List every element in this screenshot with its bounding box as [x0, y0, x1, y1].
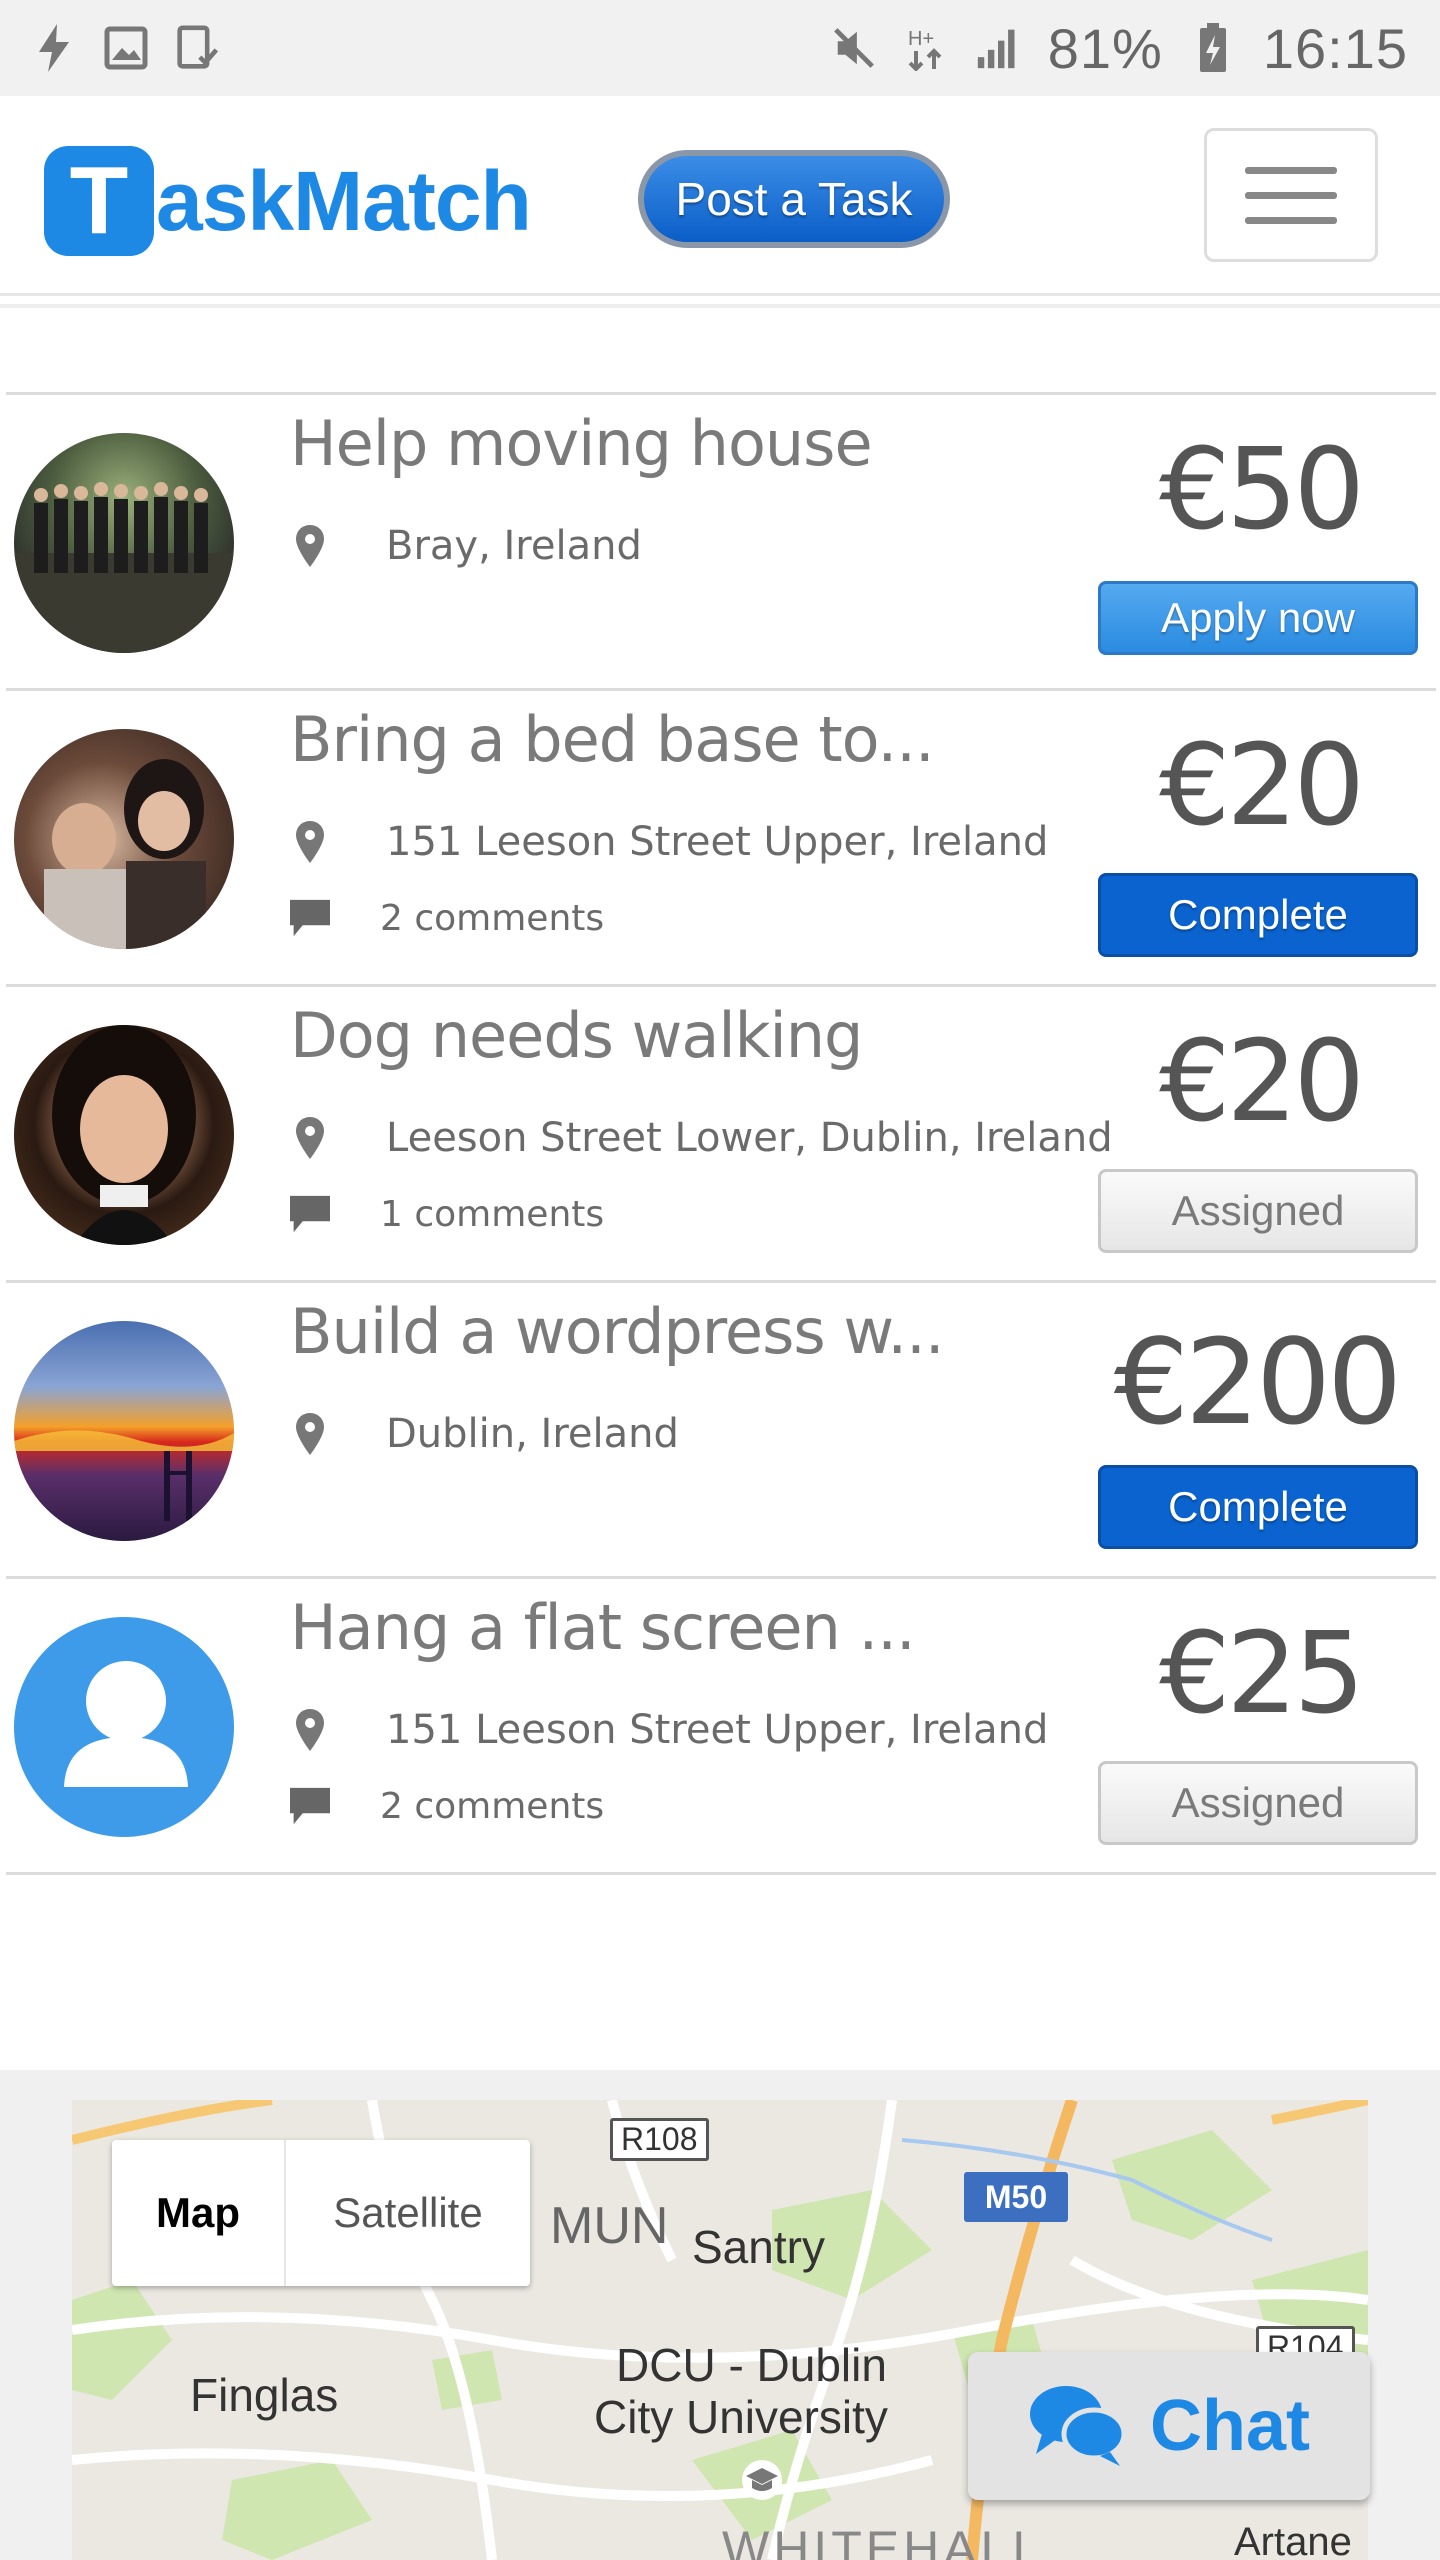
- satellite-view-button[interactable]: Satellite: [286, 2140, 530, 2286]
- location-text: Bray, Ireland: [386, 523, 642, 569]
- task-poster-avatar: [14, 1321, 234, 1541]
- comment-icon: [290, 896, 330, 940]
- map-pin-icon: [290, 1708, 330, 1752]
- task-title[interactable]: Dog needs walking: [290, 999, 863, 1072]
- place-label-dcu-line1: DCU - Dublin: [616, 2339, 887, 2391]
- location-text: 151 Leeson Street Upper, Ireland: [386, 819, 1049, 865]
- comment-icon: [290, 1784, 330, 1828]
- task-comments[interactable]: 1 comments: [290, 1192, 604, 1236]
- task-price: €20: [1159, 721, 1365, 851]
- battery-percent: 81%: [1047, 16, 1163, 80]
- post-task-button[interactable]: Post a Task: [638, 150, 950, 248]
- place-label-artane: Artane: [1234, 2520, 1352, 2560]
- chat-bubbles-icon: [1028, 2382, 1128, 2470]
- comments-count: 2 comments: [380, 1785, 605, 1827]
- task-price: €50: [1159, 425, 1365, 555]
- device-check-icon: [176, 25, 220, 70]
- map-view-button[interactable]: Map: [112, 2140, 286, 2286]
- assigned-status-button[interactable]: Assigned: [1098, 1761, 1418, 1845]
- task-price: €20: [1159, 1017, 1365, 1147]
- location-text: Dublin, Ireland: [386, 1411, 679, 1457]
- task-poster-avatar: [14, 433, 234, 653]
- menu-bar: [1245, 166, 1337, 174]
- image-icon: [104, 26, 148, 70]
- chat-button[interactable]: Chat: [968, 2352, 1370, 2500]
- assigned-status-button[interactable]: Assigned: [1098, 1169, 1418, 1253]
- task-location: 151 Leeson Street Upper, Ireland: [290, 1707, 1048, 1753]
- task-poster-avatar: [14, 729, 234, 949]
- logo-mark: T: [44, 146, 154, 256]
- battery-charging-icon: [1191, 23, 1235, 72]
- place-label-santry: Santry: [692, 2221, 825, 2273]
- task-title[interactable]: Hang a flat screen ...: [290, 1591, 916, 1664]
- task-item[interactable]: Dog needs walking Leeson Street Lower, D…: [6, 987, 1436, 1283]
- header-divider: [0, 304, 1440, 308]
- task-title[interactable]: Build a wordpress w...: [290, 1295, 945, 1368]
- map-pin-icon: [290, 820, 330, 864]
- status-bar: H+ 81% 16:15: [0, 0, 1440, 96]
- university-icon: [740, 2458, 784, 2506]
- task-item[interactable]: Hang a flat screen ... 151 Leeson Street…: [6, 1579, 1436, 1875]
- task-location: Bray, Ireland: [290, 523, 642, 569]
- task-comments[interactable]: 2 comments: [290, 896, 604, 940]
- task-title[interactable]: Bring a bed base to...: [290, 703, 935, 776]
- place-label-finglas: Finglas: [190, 2369, 339, 2421]
- road-label-r108: R108: [610, 2118, 709, 2161]
- task-item[interactable]: Build a wordpress w... Dublin, Ireland €…: [6, 1283, 1436, 1579]
- svg-text:H+: H+: [908, 28, 934, 50]
- location-text: 151 Leeson Street Upper, Ireland: [386, 1707, 1049, 1753]
- place-label-dcu-line2: City University: [594, 2391, 888, 2443]
- map-pin-icon: [290, 524, 330, 568]
- chat-label: Chat: [1150, 2386, 1310, 2466]
- apply-now-button[interactable]: Apply now: [1098, 581, 1418, 655]
- flash-icon: [32, 24, 76, 72]
- task-comments[interactable]: 2 comments: [290, 1784, 604, 1828]
- complete-button[interactable]: Complete: [1098, 1465, 1418, 1549]
- map-type-toggle: Map Satellite: [112, 2140, 530, 2286]
- mute-icon: [832, 26, 876, 70]
- task-location: 151 Leeson Street Upper, Ireland: [290, 819, 1048, 865]
- taskmatch-logo[interactable]: T askMatch: [44, 146, 532, 256]
- task-price: €200: [1113, 1313, 1402, 1451]
- comments-count: 1 comments: [380, 1193, 605, 1235]
- comments-count: 2 comments: [380, 897, 605, 939]
- map-pin-icon: [290, 1116, 330, 1160]
- data-arrows-icon: H+: [904, 26, 948, 71]
- menu-bar: [1245, 216, 1337, 224]
- complete-button[interactable]: Complete: [1098, 873, 1418, 957]
- road-label-m50: M50: [964, 2172, 1068, 2222]
- default-user-avatar-icon: [14, 1617, 234, 1837]
- task-location: Leeson Street Lower, Dublin, Ireland: [290, 1115, 1113, 1161]
- menu-bar: [1245, 191, 1337, 199]
- place-label-whitehall: WHITEHALL: [722, 2521, 1045, 2560]
- location-text: Leeson Street Lower, Dublin, Ireland: [386, 1115, 1113, 1161]
- task-item[interactable]: Help moving house Bray, Ireland €50 Appl…: [6, 395, 1436, 691]
- task-price: €25: [1159, 1609, 1365, 1739]
- place-label-mun: MUN: [550, 2197, 669, 2255]
- task-item[interactable]: Bring a bed base to... 151 Leeson Street…: [6, 691, 1436, 987]
- comment-icon: [290, 1192, 330, 1236]
- task-location: Dublin, Ireland: [290, 1411, 679, 1457]
- task-list: Help moving house Bray, Ireland €50 Appl…: [6, 392, 1436, 1875]
- task-title[interactable]: Help moving house: [290, 407, 873, 480]
- task-poster-avatar: [14, 1025, 234, 1245]
- hamburger-menu-button[interactable]: [1204, 128, 1378, 262]
- clock-time: 16:15: [1262, 16, 1408, 80]
- logo-text: askMatch: [156, 153, 532, 248]
- map-pin-icon: [290, 1412, 330, 1456]
- app-header: T askMatch Post a Task: [0, 96, 1440, 296]
- signal-icon: [976, 26, 1020, 70]
